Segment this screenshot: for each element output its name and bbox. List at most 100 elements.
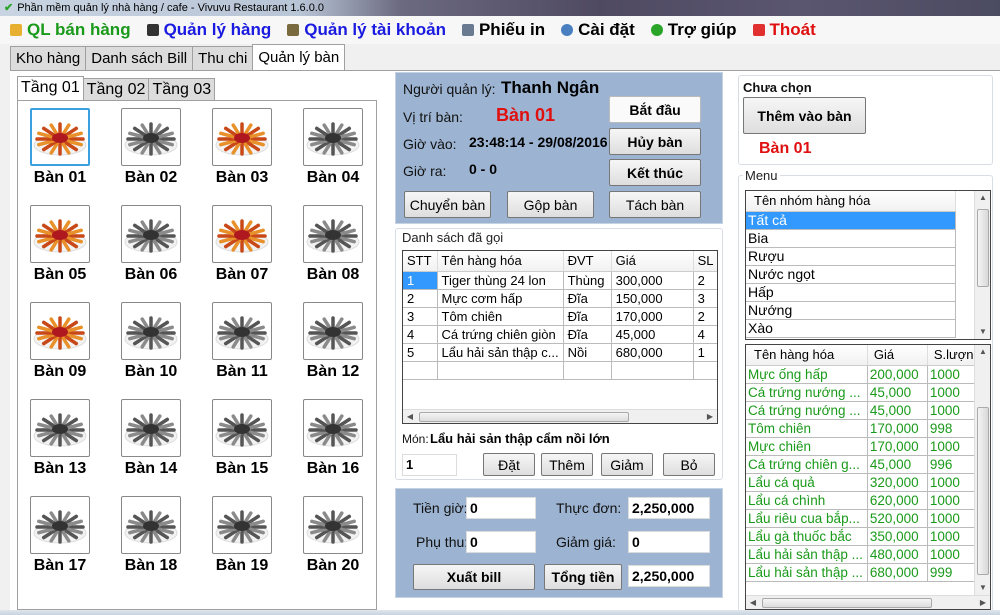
- menu-item-row[interactable]: Cá trứng nướng ... 45,000 1000: [746, 383, 986, 402]
- menu-items-grid[interactable]: Tên hàng hóa Giá S.lượng Mực ống hấp 200,000…: [745, 344, 991, 610]
- menu-item-0[interactable]: QL bán hàng: [10, 20, 131, 40]
- table-row[interactable]: 2 Mực cơm hấp Đĩa 150,000 3: [403, 289, 717, 308]
- table-button[interactable]: Bàn 19: [202, 496, 282, 575]
- menu-item-row[interactable]: Tôm chiên 170,000 998: [746, 419, 986, 438]
- column-header[interactable]: Tên hàng hóa: [746, 345, 868, 366]
- column-header[interactable]: Giá: [611, 251, 694, 272]
- category-row[interactable]: Tất cả: [746, 211, 956, 230]
- ordered-items-grid[interactable]: STT Tên hàng hóa ĐVT Giá SL 1 Tiger thùng 24 l…: [402, 250, 718, 424]
- scrollbar-thumb[interactable]: [762, 598, 932, 608]
- tab-main-1[interactable]: Danh sách Bill: [85, 46, 194, 70]
- table-button[interactable]: Bàn 02: [111, 108, 191, 187]
- category-scrollbar[interactable]: ▲ ▼: [974, 191, 990, 339]
- category-row[interactable]: Xào: [746, 319, 956, 338]
- table-button[interactable]: Bàn 04: [293, 108, 373, 187]
- tab-main-0[interactable]: Kho hàng: [10, 46, 87, 70]
- table-button[interactable]: Bàn 11: [202, 302, 282, 381]
- scroll-right-icon[interactable]: ▶: [703, 410, 717, 423]
- scrollbar-thumb[interactable]: [977, 209, 989, 287]
- menu-item-row[interactable]: Lẩu hải sản thập ... 680,000 999: [746, 563, 986, 582]
- decrease-quantity-button[interactable]: Giảm: [601, 453, 653, 476]
- table-button[interactable]: Bàn 17: [20, 496, 100, 575]
- items-vertical-scrollbar[interactable]: ▲ ▼: [974, 345, 990, 595]
- table-row[interactable]: 5 Lẩu hải sản thập c... Nồi 680,000 1: [403, 343, 717, 362]
- table-button[interactable]: Bàn 08: [293, 205, 373, 284]
- category-row[interactable]: Nước ngọt: [746, 265, 956, 284]
- category-row[interactable]: Rượu: [746, 247, 956, 266]
- surcharge-input[interactable]: 0: [466, 531, 536, 553]
- table-row[interactable]: 4 Cá trứng chiên giòn Đĩa 45,000 4: [403, 325, 717, 344]
- cancel-table-button[interactable]: Hủy bàn: [609, 128, 701, 155]
- table-button[interactable]: Bàn 06: [111, 205, 191, 284]
- scroll-left-icon[interactable]: ◀: [746, 596, 760, 609]
- category-row[interactable]: Bia: [746, 229, 956, 248]
- menu-item-3[interactable]: Phiếu in: [461, 20, 545, 40]
- table-button[interactable]: Bàn 01: [20, 108, 100, 187]
- order-button[interactable]: Đặt: [483, 453, 535, 476]
- end-button[interactable]: Kết thúc: [609, 159, 701, 186]
- menu-item-row[interactable]: Lẩu gà thuốc bắc 350,000 1000: [746, 527, 986, 546]
- table-button[interactable]: Bàn 18: [111, 496, 191, 575]
- table-button[interactable]: Bàn 07: [202, 205, 282, 284]
- menu-item-row[interactable]: Lẩu cá chình 620,000 1000: [746, 491, 986, 510]
- category-row[interactable]: Hấp: [746, 283, 956, 302]
- table-button[interactable]: Bàn 10: [111, 302, 191, 381]
- menu-item-row[interactable]: Cá trứng nướng ... 45,000 1000: [746, 401, 986, 420]
- scrollbar-thumb[interactable]: [977, 407, 989, 575]
- column-header[interactable]: ĐVT: [563, 251, 612, 272]
- total-button[interactable]: Tổng tiền: [544, 564, 622, 590]
- menu-item-row[interactable]: Cá trứng chiên g... 45,000 996: [746, 455, 986, 474]
- scroll-left-icon[interactable]: ◀: [403, 410, 417, 423]
- category-list[interactable]: Tên nhóm hàng hóa Tất cả Bia Rượu Nước ngọt H…: [745, 190, 991, 340]
- time-fee-input[interactable]: 0: [466, 497, 536, 519]
- table-row[interactable]: 3 Tôm chiên Đĩa 170,000 2: [403, 307, 717, 326]
- tab-floor-0[interactable]: Tầng 01: [17, 76, 84, 100]
- menu-total-input[interactable]: 2,250,000: [628, 497, 710, 519]
- quantity-input[interactable]: 1: [402, 454, 457, 476]
- scrollbar-thumb[interactable]: [419, 412, 629, 422]
- menu-item-row[interactable]: Lẩu riêu cua bắp... 520,000 1000: [746, 509, 986, 528]
- horizontal-scrollbar[interactable]: ◀ ▶: [403, 409, 717, 423]
- tab-main-3[interactable]: Quản lý bàn: [252, 44, 346, 70]
- menu-item-row[interactable]: Mực chiên 170,000 1000: [746, 437, 986, 456]
- start-button[interactable]: Bắt đầu: [609, 96, 701, 123]
- scroll-up-icon[interactable]: ▲: [976, 191, 990, 205]
- table-button[interactable]: Bàn 13: [20, 399, 100, 478]
- category-row[interactable]: Nướng: [746, 301, 956, 320]
- export-bill-button[interactable]: Xuất bill: [413, 564, 535, 590]
- scroll-right-icon[interactable]: ▶: [976, 596, 990, 609]
- table-row-empty[interactable]: [403, 361, 717, 380]
- column-header[interactable]: Tên hàng hóa: [437, 251, 564, 272]
- table-button[interactable]: Bàn 05: [20, 205, 100, 284]
- column-header[interactable]: STT: [403, 251, 438, 272]
- split-table-button[interactable]: Tách bàn: [609, 191, 701, 218]
- table-button[interactable]: Bàn 16: [293, 399, 373, 478]
- menu-item-row[interactable]: Lẩu hải sản thập ... 480,000 1000: [746, 545, 986, 564]
- move-table-button[interactable]: Chuyển bàn: [404, 191, 491, 218]
- column-header[interactable]: SL: [693, 251, 717, 272]
- menu-item-6[interactable]: Thoát: [752, 20, 816, 40]
- table-button[interactable]: Bàn 14: [111, 399, 191, 478]
- tab-main-2[interactable]: Thu chi: [192, 46, 254, 70]
- tab-floor-1[interactable]: Tầng 02: [82, 78, 150, 100]
- scroll-down-icon[interactable]: ▼: [976, 581, 990, 595]
- menu-item-row[interactable]: Lẩu cá quả 320,000 1000: [746, 473, 986, 492]
- menu-item-2[interactable]: Quản lý tài khoản: [287, 20, 446, 40]
- add-to-table-button[interactable]: Thêm vào bàn: [743, 97, 866, 134]
- table-button[interactable]: Bàn 12: [293, 302, 373, 381]
- column-header[interactable]: Giá: [867, 345, 928, 366]
- menu-item-5[interactable]: Trợ giúp: [650, 20, 737, 40]
- items-horizontal-scrollbar[interactable]: ◀ ▶: [746, 595, 990, 609]
- total-value-input[interactable]: 2,250,000: [628, 565, 710, 587]
- column-header[interactable]: Tên nhóm hàng hóa: [746, 191, 956, 212]
- scroll-down-icon[interactable]: ▼: [976, 325, 990, 339]
- add-quantity-button[interactable]: Thêm: [541, 453, 593, 476]
- discount-input[interactable]: 0: [628, 531, 710, 553]
- table-button[interactable]: Bàn 03: [202, 108, 282, 187]
- menu-item-row[interactable]: Mực ống hấp 200,000 1000: [746, 365, 986, 384]
- table-button[interactable]: Bàn 20: [293, 496, 373, 575]
- scroll-up-icon[interactable]: ▲: [976, 345, 990, 359]
- tab-floor-2[interactable]: Tầng 03: [148, 78, 216, 100]
- remove-item-button[interactable]: Bỏ: [663, 453, 715, 476]
- menu-item-1[interactable]: Quản lý hàng: [146, 20, 271, 40]
